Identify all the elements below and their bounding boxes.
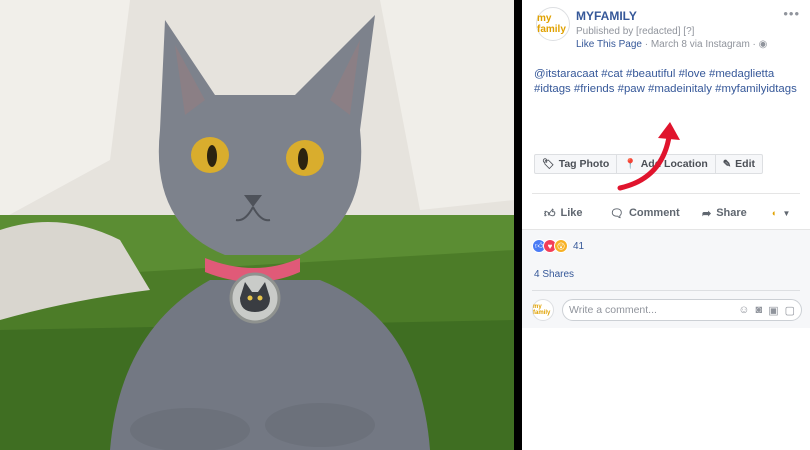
hashtag-link[interactable]: #beautiful xyxy=(626,68,675,80)
like-button[interactable]: 👍︎ Like xyxy=(544,207,583,220)
tag-photo-button[interactable]: 🏷 Tag Photo xyxy=(535,155,618,173)
share-label: Share xyxy=(716,207,747,219)
page-avatar[interactable]: my family xyxy=(536,7,570,41)
tag-icon: 🏷 xyxy=(542,158,555,170)
reactions-summary[interactable]: 👍︎ ♥ 😮︎ 41 xyxy=(532,239,584,253)
more-options-button[interactable]: ••• xyxy=(783,6,800,21)
page-mini-icon: ◐ xyxy=(772,208,778,218)
panel-gap xyxy=(514,0,522,450)
hashtag-link[interactable]: #myfamilyidtags xyxy=(715,83,797,95)
annotation-arrow xyxy=(617,122,680,191)
audience-selector[interactable]: ◐ ▼ xyxy=(772,208,790,218)
cat-photo xyxy=(0,0,514,450)
comment-composer: my family Write a comment... ☺ ◙ ▣ ▢ xyxy=(532,296,810,324)
published-by: Published by [redacted] [?] xyxy=(576,26,695,37)
gif-icon[interactable]: ▣ xyxy=(768,304,778,317)
tag-photo-label: Tag Photo xyxy=(558,158,610,170)
hashtag-link[interactable]: #love xyxy=(679,68,706,80)
post-header: my family MYFAMILY Published by [redacte… xyxy=(522,0,810,58)
sticker-icon[interactable]: ▢ xyxy=(785,304,795,317)
avatar-text: my family xyxy=(533,304,551,316)
pencil-icon: ✎ xyxy=(722,158,732,170)
shares-count[interactable]: 4 Shares xyxy=(534,269,574,280)
post-date[interactable]: · March 8 via Instagram · xyxy=(642,39,759,50)
avatar-text: my family xyxy=(537,13,566,35)
post-photo[interactable] xyxy=(0,0,514,450)
page-name[interactable]: MYFAMILY xyxy=(576,9,637,23)
mention-link[interactable]: @itstaracaat xyxy=(534,68,598,80)
post-panel: my family MYFAMILY Published by [redacte… xyxy=(522,0,810,450)
divider xyxy=(532,290,800,291)
like-label: Like xyxy=(560,207,583,219)
emoji-icon[interactable]: ☺ xyxy=(738,304,749,317)
camera-icon[interactable]: ◙ xyxy=(756,304,763,317)
edit-label: Edit xyxy=(735,158,756,170)
share-arrow-icon: ➦ xyxy=(702,207,712,220)
comment-tools: ☺ ◙ ▣ ▢ xyxy=(738,304,795,317)
commenter-avatar: my family xyxy=(532,299,554,321)
share-button[interactable]: ➦ Share xyxy=(702,207,747,220)
hashtag-link[interactable]: #idtags xyxy=(534,83,571,95)
chevron-down-icon: ▼ xyxy=(782,208,791,218)
edit-button[interactable]: ✎ Edit xyxy=(716,155,762,173)
hashtag-link[interactable]: #madeinitaly xyxy=(648,83,712,95)
hashtag-link[interactable]: #paw xyxy=(618,83,645,95)
globe-icon: ◉ xyxy=(758,39,768,50)
hashtag-link[interactable]: #medaglietta xyxy=(709,68,774,80)
wow-reaction-icon: 😮︎ xyxy=(554,239,568,253)
reaction-count: 41 xyxy=(573,240,585,252)
thumbs-up-icon: 👍︎ xyxy=(544,207,556,220)
like-page-link[interactable]: Like This Page xyxy=(576,39,642,50)
hashtag-link[interactable]: #friends xyxy=(574,83,615,95)
post-caption: @itstaracaat #cat #beautiful #love #meda… xyxy=(534,67,806,97)
comment-label: Comment xyxy=(628,207,680,219)
engagement-bar: 👍︎ Like 🗨︎ Comment ➦ Share ◐ ▼ xyxy=(522,199,810,227)
comment-placeholder: Write a comment... xyxy=(569,304,657,316)
post-meta: Like This Page · March 8 via Instagram ·… xyxy=(576,39,767,50)
hashtag-link[interactable]: #cat xyxy=(601,68,623,80)
comment-button[interactable]: 🗨︎ Comment xyxy=(610,207,680,220)
comment-icon: 🗨︎ xyxy=(610,207,624,220)
feedback-area: 👍︎ ♥ 😮︎ 41 4 Shares my family Write a co… xyxy=(522,229,810,328)
comment-input[interactable]: Write a comment... ☺ ◙ ▣ ▢ xyxy=(562,299,802,321)
